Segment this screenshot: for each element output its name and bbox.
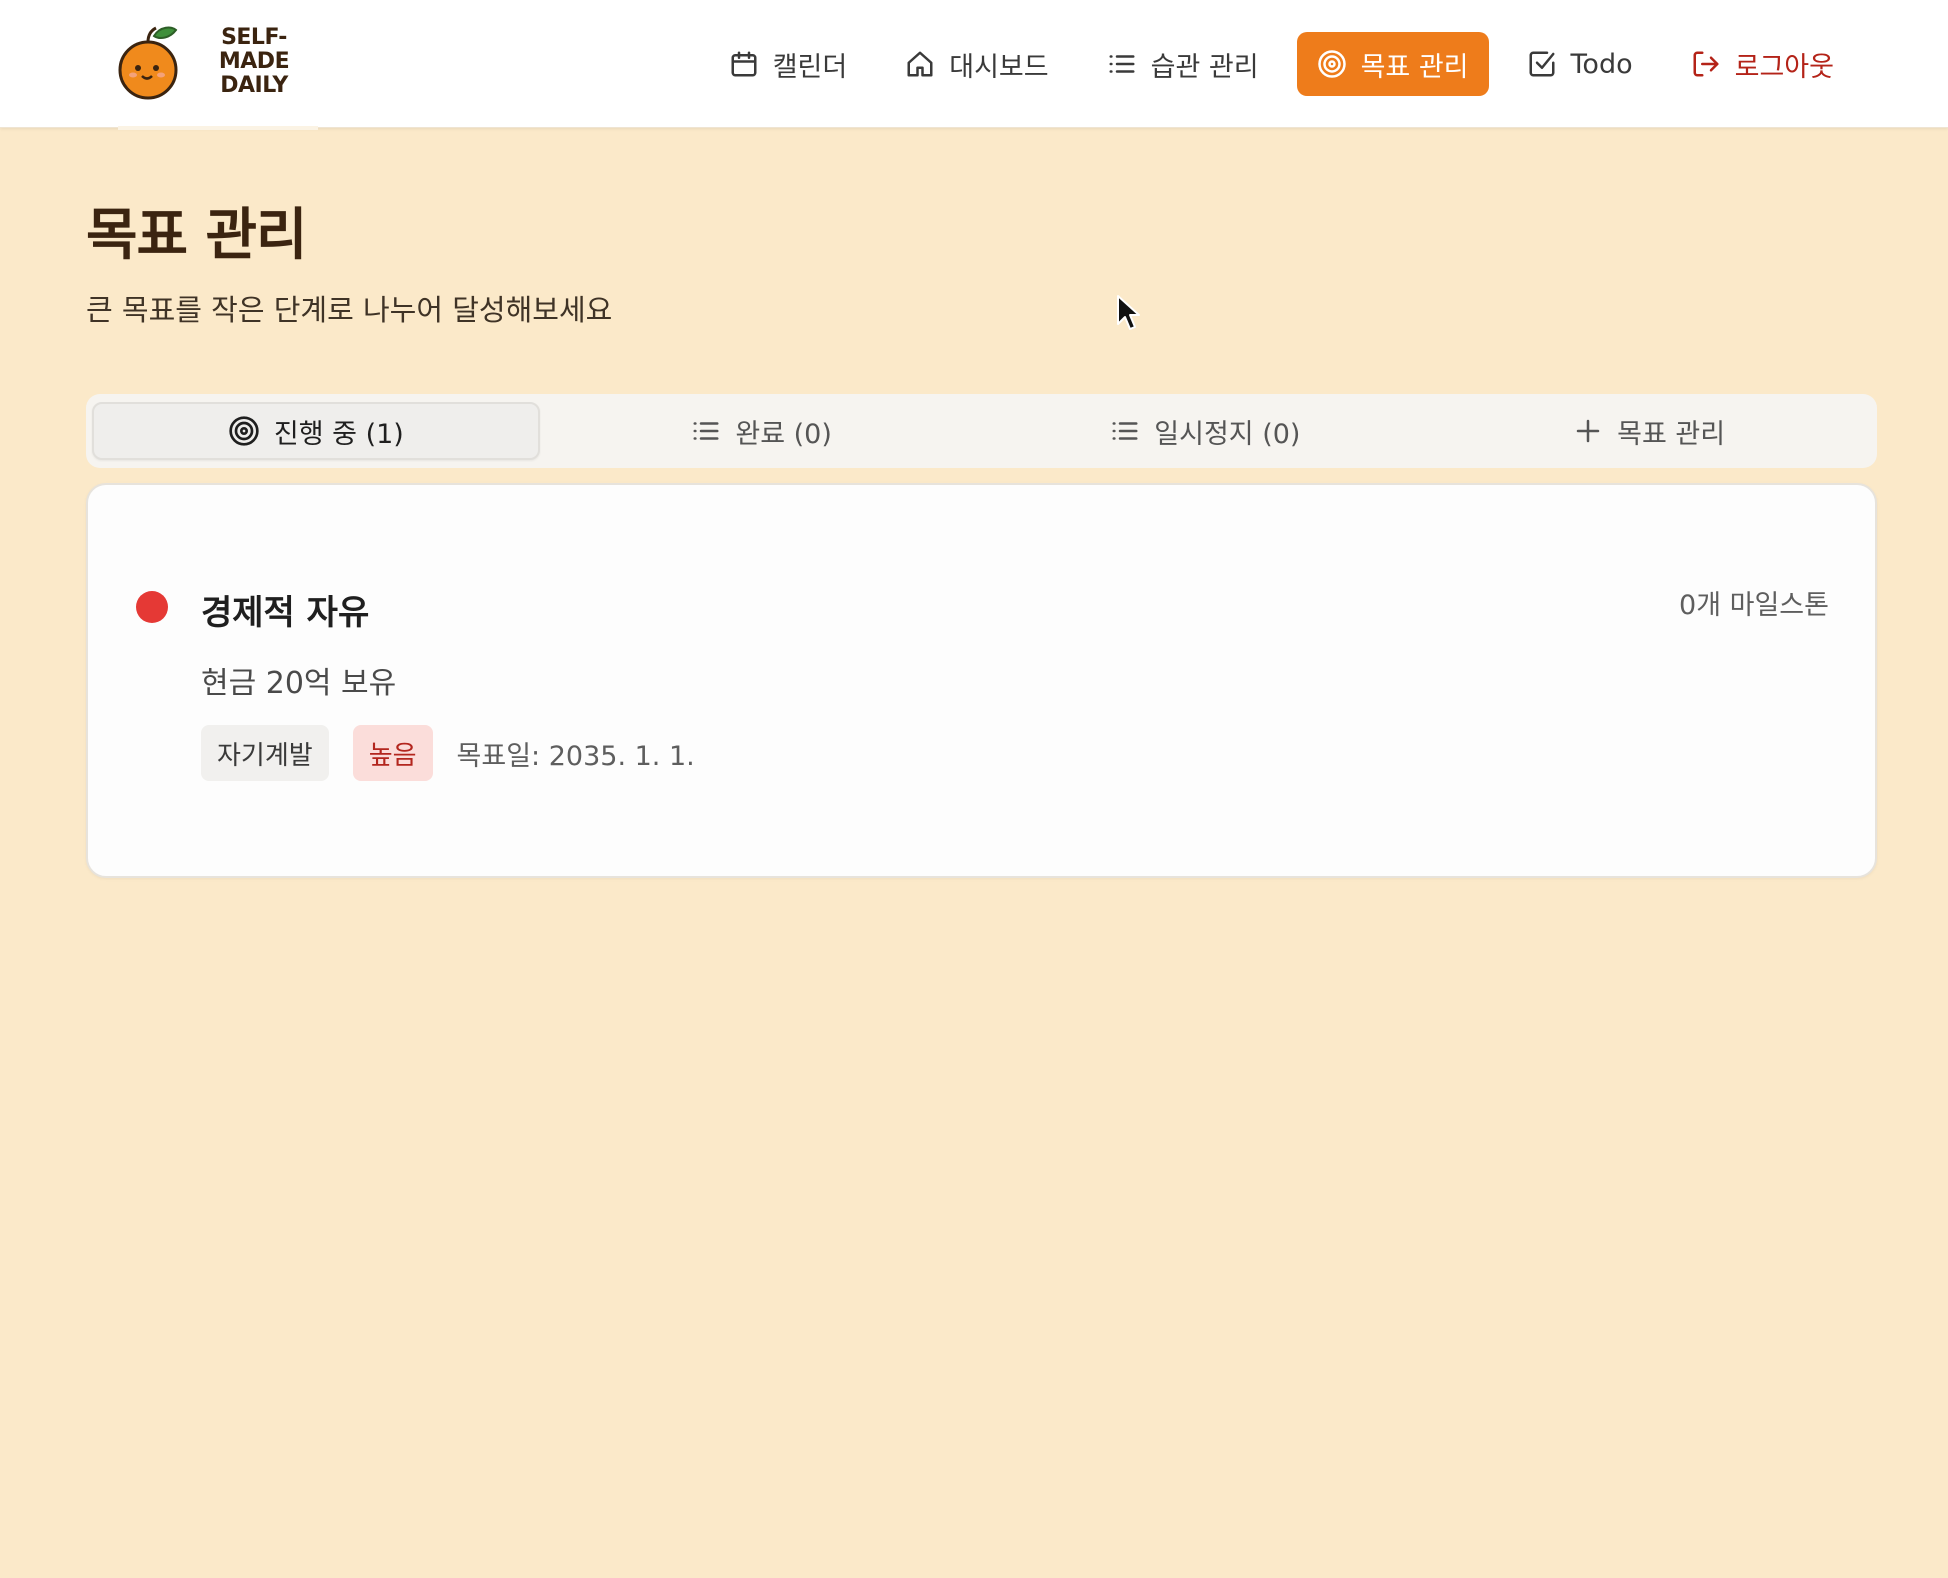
logout-button[interactable]: 로그아웃 — [1671, 32, 1854, 96]
nav-habits[interactable]: 습관 관리 — [1087, 32, 1279, 96]
tab-manage-goals-label: 목표 관리 — [1617, 418, 1726, 450]
nav-calendar-label: 캘린더 — [772, 51, 848, 83]
tab-completed-label: 완료 (0) — [735, 418, 832, 450]
nav-habits-label: 습관 관리 — [1150, 51, 1259, 83]
target-icon — [1317, 50, 1346, 78]
page-subtitle: 큰 목표를 작은 단계로 나누어 달성해보세요 — [86, 293, 613, 327]
tab-manage-goals[interactable]: 목표 관리 — [1427, 402, 1871, 460]
tab-in-progress[interactable]: 진행 중 (1) — [92, 402, 540, 460]
main-navigation: 캘린더 대시보드 습관 관리 목표 관리 Todo 로그아웃 — [709, 32, 1854, 96]
goal-category-badge: 자기계발 — [201, 725, 329, 781]
tab-in-progress-label: 진행 중 (1) — [273, 418, 404, 450]
target-icon — [229, 416, 259, 446]
plus-icon — [1576, 419, 1600, 443]
list-icon — [1109, 55, 1135, 73]
mouse-cursor-icon — [1117, 295, 1140, 330]
goal-description: 현금 20억 보유 — [201, 666, 397, 701]
nav-calendar[interactable]: 캘린더 — [709, 32, 868, 96]
checkbox-icon — [1529, 51, 1555, 77]
orange-mascot-icon — [118, 26, 178, 100]
nav-todo-label: Todo — [1570, 48, 1633, 80]
goal-target-date: 목표일: 2035. 1. 1. — [456, 740, 695, 772]
nav-dashboard-label: 대시보드 — [949, 51, 1049, 83]
calendar-icon — [731, 51, 757, 77]
goal-title: 경제적 자유 — [201, 593, 370, 633]
nav-goals[interactable]: 목표 관리 — [1296, 32, 1489, 96]
top-nav-bar: SELF-MADE DAILY 캘린더 대시보드 습관 관리 목표 관리 Tod… — [0, 0, 1948, 130]
goal-priority-badge: 높음 — [352, 725, 433, 781]
goal-status-dot — [136, 591, 168, 623]
logo-line-2: DAILY — [220, 73, 288, 98]
nav-todo[interactable]: Todo — [1507, 32, 1653, 96]
nav-goals-label: 목표 관리 — [1360, 51, 1469, 83]
logo-underline — [118, 126, 318, 130]
logout-label: 로그아웃 — [1734, 51, 1834, 83]
logo-line-1: SELF-MADE — [218, 25, 290, 74]
goal-milestone-count: 0개 마일스톤 — [1679, 590, 1829, 621]
tab-completed[interactable]: 완료 (0) — [540, 402, 984, 460]
list-icon — [693, 422, 719, 440]
list-icon — [1112, 422, 1138, 440]
app-logo[interactable]: SELF-MADE DAILY — [118, 22, 322, 102]
logout-icon — [1693, 51, 1719, 77]
page-title: 목표 관리 — [86, 203, 308, 268]
goal-status-tabs: 진행 중 (1) 완료 (0) 일시정지 (0) 목표 관리 — [86, 394, 1877, 468]
goal-meta-row: 자기계발 높음 목표일: 2035. 1. 1. — [201, 725, 695, 781]
app-logo-text: SELF-MADE DAILY — [186, 26, 322, 98]
goal-card[interactable]: 경제적 자유 0개 마일스톤 현금 20억 보유 자기계발 높음 목표일: 20… — [86, 483, 1877, 878]
nav-dashboard[interactable]: 대시보드 — [885, 32, 1068, 96]
tab-paused[interactable]: 일시정지 (0) — [984, 402, 1428, 460]
home-icon — [907, 51, 933, 77]
tab-paused-label: 일시정지 (0) — [1154, 418, 1301, 450]
